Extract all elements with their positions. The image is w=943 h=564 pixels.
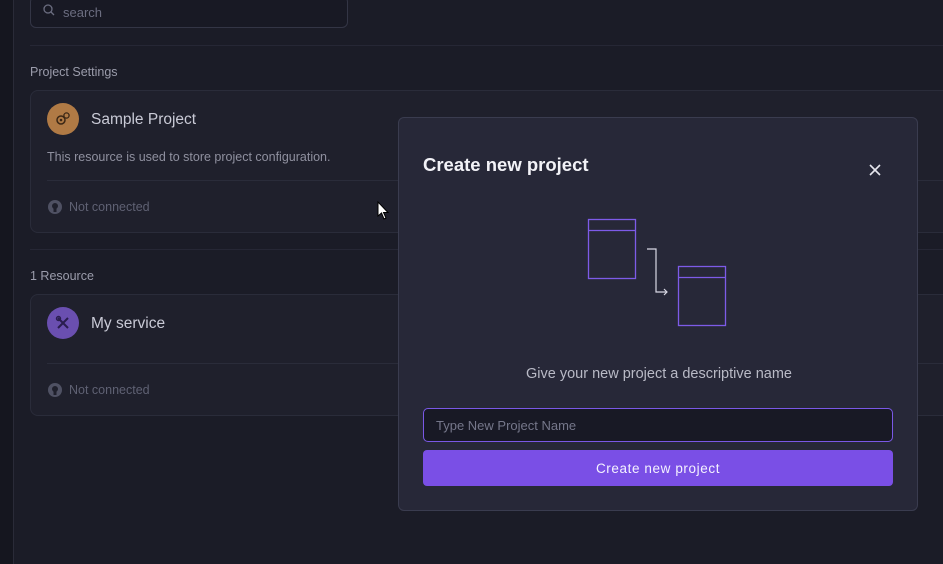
modal-title: Create new project bbox=[423, 154, 589, 175]
left-rail bbox=[0, 0, 14, 564]
search-input[interactable]: search bbox=[30, 0, 348, 28]
section-label-resources: 1 Resource bbox=[30, 269, 94, 283]
mouse-cursor-icon bbox=[377, 201, 390, 220]
search-placeholder: search bbox=[63, 4, 103, 20]
create-project-modal: Create new project Give your new project… bbox=[398, 117, 918, 511]
search-icon bbox=[43, 3, 55, 21]
modal-subtitle: Give your new project a descriptive name bbox=[526, 366, 792, 382]
service-status-text: Not connected bbox=[69, 383, 150, 397]
service-title: My service bbox=[91, 315, 166, 332]
project-status: Not connected bbox=[47, 199, 150, 215]
close-icon[interactable] bbox=[861, 156, 889, 184]
tools-icon bbox=[47, 307, 79, 339]
project-description: This resource is used to store project c… bbox=[47, 150, 331, 164]
gears-icon bbox=[47, 103, 79, 135]
github-icon bbox=[48, 383, 62, 397]
section-label-project-settings: Project Settings bbox=[30, 65, 118, 79]
github-icon bbox=[48, 200, 62, 214]
project-name-input[interactable] bbox=[423, 408, 893, 442]
project-title: Sample Project bbox=[91, 111, 197, 128]
divider bbox=[30, 45, 943, 46]
service-status: Not connected bbox=[47, 382, 150, 398]
project-status-text: Not connected bbox=[69, 200, 150, 214]
project-windows-illustration bbox=[587, 218, 727, 327]
create-project-button[interactable]: Create new project bbox=[423, 450, 893, 486]
